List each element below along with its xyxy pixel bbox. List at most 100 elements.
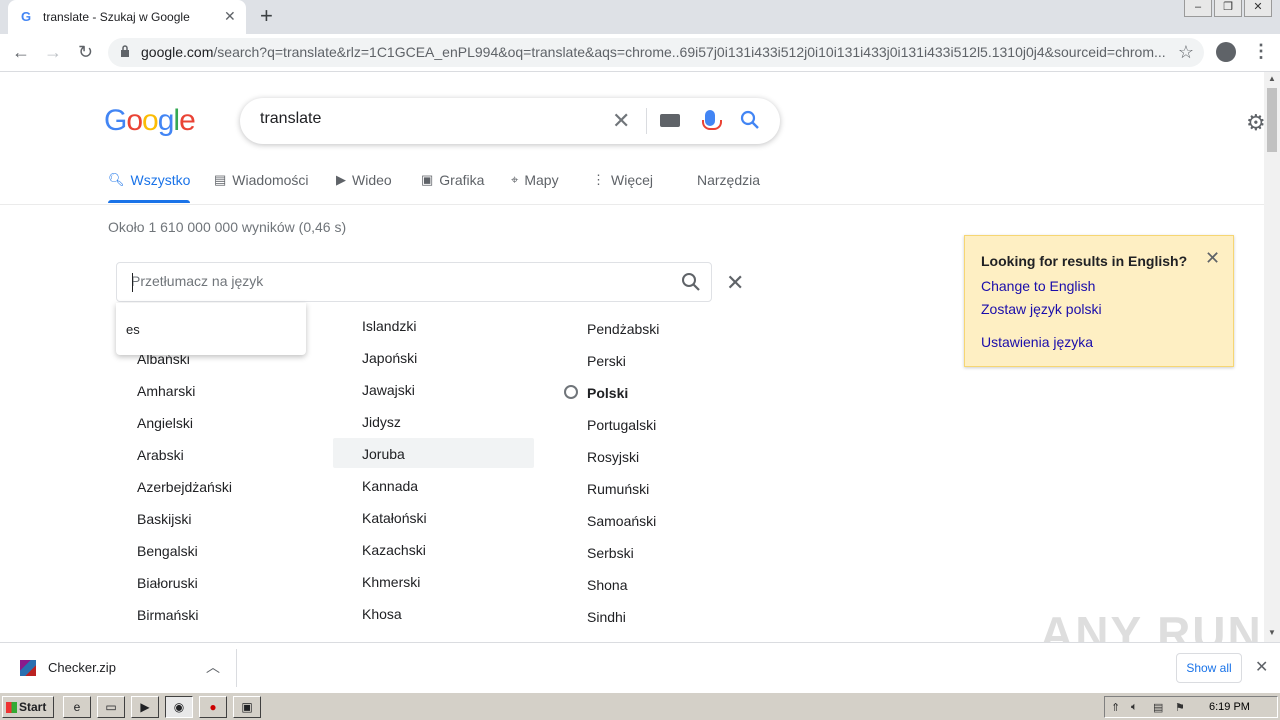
image-icon: ▣ <box>421 172 434 187</box>
tab-maps[interactable]: ⌖ Mapy <box>511 172 559 188</box>
address-bar[interactable]: google.com/search?q=translate&rlz=1C1GCE… <box>108 38 1204 67</box>
settings-gear-icon[interactable]: ⚙ <box>1246 110 1264 136</box>
new-tab-icon[interactable]: + <box>260 5 273 27</box>
page-scrollbar[interactable]: ▲ ▼ <box>1264 72 1280 642</box>
language-settings-link[interactable]: Ustawienia języka <box>981 334 1093 350</box>
tab-close-icon[interactable]: ✕ <box>224 8 236 25</box>
language-list: Albański Amharski Angielski Arabski Azer… <box>0 312 760 642</box>
minimize-button[interactable]: – <box>1184 0 1212 17</box>
scroll-thumb[interactable] <box>1267 88 1277 152</box>
app-window-icon[interactable]: ▣ <box>233 696 261 718</box>
chevron-up-icon[interactable]: ︿ <box>206 657 220 677</box>
forward-icon[interactable]: → <box>44 42 62 62</box>
language-option[interactable]: Rumuński <box>587 481 649 497</box>
language-option[interactable]: Serbski <box>587 545 634 561</box>
clear-search-icon[interactable]: ✕ <box>612 108 630 134</box>
language-option[interactable]: Shona <box>587 577 627 593</box>
change-to-english-link[interactable]: Change to English <box>981 278 1095 294</box>
profile-avatar-icon[interactable] <box>1216 42 1236 62</box>
microphone-icon[interactable] <box>702 110 722 130</box>
language-option[interactable]: Perski <box>587 353 626 369</box>
browser-tab[interactable]: G translate - Szukaj w Google ✕ <box>8 0 246 34</box>
restore-button[interactable]: ❐ <box>1214 0 1242 17</box>
language-option[interactable]: Kannada <box>362 478 418 494</box>
tabs-divider <box>0 204 1264 205</box>
tab-title: translate - Szukaj w Google <box>43 10 190 24</box>
clock: 6:19 PM <box>1209 701 1250 713</box>
language-option[interactable]: Białoruski <box>137 575 198 591</box>
google-favicon-icon: G <box>21 9 32 24</box>
scroll-down-icon[interactable]: ▼ <box>1268 628 1276 637</box>
keep-polish-link[interactable]: Zostaw język polski <box>981 301 1102 317</box>
language-option[interactable]: Angielski <box>137 415 193 431</box>
language-option[interactable]: Bengalski <box>137 543 198 559</box>
bookmark-star-icon[interactable]: ☆ <box>1178 42 1194 63</box>
search-input[interactable] <box>260 110 600 128</box>
browser-toolbar: ← → ↻ google.com/search?q=translate&rlz=… <box>0 34 1280 72</box>
close-language-picker-icon[interactable]: ✕ <box>726 270 744 296</box>
close-download-bar-icon[interactable]: ✕ <box>1255 657 1268 677</box>
search-icon[interactable] <box>740 110 760 130</box>
scroll-up-icon[interactable]: ▲ <box>1268 74 1276 83</box>
volume-icon[interactable]: 🔈︎ <box>1131 701 1138 714</box>
notice-title: Looking for results in English? <box>981 253 1188 269</box>
back-icon[interactable]: ← <box>12 42 30 62</box>
language-option[interactable]: Pendżabski <box>587 321 659 337</box>
media-player-icon[interactable]: ▶ <box>131 696 159 718</box>
language-option[interactable]: Baskijski <box>137 511 191 527</box>
language-option[interactable]: Khmerski <box>362 574 420 590</box>
language-option[interactable]: Islandzki <box>362 318 416 334</box>
notice-close-icon[interactable]: ✕ <box>1205 248 1220 269</box>
tab-video[interactable]: ▶ Wideo <box>336 172 392 188</box>
language-option-recent[interactable]: Polski <box>587 385 628 401</box>
language-option[interactable]: Katałoński <box>362 510 427 526</box>
language-option[interactable]: Portugalski <box>587 417 656 433</box>
target-language-search <box>116 262 712 302</box>
windows-taskbar: Start e ▭ ▶ ◉ ● ▣ ⇑ 🔈︎ ▤ ⚑ 6:19 PM <box>0 692 1280 720</box>
language-option[interactable]: Samoański <box>587 513 656 529</box>
language-option[interactable]: Sindhi <box>587 609 626 625</box>
language-option[interactable]: Jawajski <box>362 382 415 398</box>
reload-icon[interactable]: ↻ <box>78 42 93 62</box>
tab-news[interactable]: ▤ Wiadomości <box>214 172 309 188</box>
folder-icon[interactable]: ▭ <box>97 696 125 718</box>
opera-icon[interactable]: ● <box>199 696 227 718</box>
search-box: ✕ <box>240 98 780 144</box>
language-option[interactable]: Azerbejdżański <box>137 479 232 495</box>
chrome-icon[interactable]: ◉ <box>165 696 193 718</box>
language-option-highlighted[interactable]: Joruba <box>362 446 405 462</box>
language-option[interactable]: Khosa <box>362 606 402 622</box>
keyboard-icon[interactable] <box>660 114 680 127</box>
language-option[interactable]: Kazachski <box>362 542 426 558</box>
language-option[interactable]: Jidysz <box>362 414 401 430</box>
language-option[interactable]: Arabski <box>137 447 184 463</box>
tab-more[interactable]: ⋮ Więcej <box>592 172 653 188</box>
download-filename[interactable]: Checker.zip <box>48 660 116 675</box>
chrome-menu-icon[interactable]: ⋮ <box>1252 41 1270 62</box>
search-icon: 🔍︎ <box>108 172 125 187</box>
language-option[interactable]: Rosyjski <box>587 449 639 465</box>
language-search-input[interactable] <box>131 273 651 289</box>
text-caret <box>132 273 133 292</box>
flag-icon[interactable]: ⚑ <box>1175 701 1185 714</box>
language-search-icon[interactable] <box>681 272 701 292</box>
language-option[interactable]: Amharski <box>137 383 195 399</box>
tray-arrow-icon[interactable]: ⇑ <box>1111 701 1120 714</box>
language-option[interactable]: Birmański <box>137 607 198 623</box>
network-icon[interactable]: ▤ <box>1153 701 1163 714</box>
ie-icon[interactable]: e <box>63 696 91 718</box>
tab-images[interactable]: ▣ Grafika <box>421 172 484 188</box>
google-logo[interactable]: Google <box>104 104 196 138</box>
tab-all[interactable]: 🔍︎ Wszystko <box>108 172 191 203</box>
language-option[interactable]: Japoński <box>362 350 417 366</box>
tab-tools[interactable]: Narzędzia <box>697 172 760 188</box>
close-window-button[interactable]: ✕ <box>1244 0 1272 17</box>
show-all-button[interactable]: Show all <box>1176 653 1242 683</box>
tab-strip: G translate - Szukaj w Google ✕ + – ❐ ✕ <box>0 0 1280 34</box>
url-text: google.com/search?q=translate&rlz=1C1GCE… <box>141 44 1166 60</box>
start-button[interactable]: Start <box>2 696 54 718</box>
system-tray: ⇑ 🔈︎ ▤ ⚑ 6:19 PM <box>1104 696 1278 718</box>
autocomplete-dropdown[interactable]: es <box>116 303 306 355</box>
autocomplete-suggestion[interactable]: es <box>126 322 140 337</box>
archive-file-icon <box>20 660 36 676</box>
